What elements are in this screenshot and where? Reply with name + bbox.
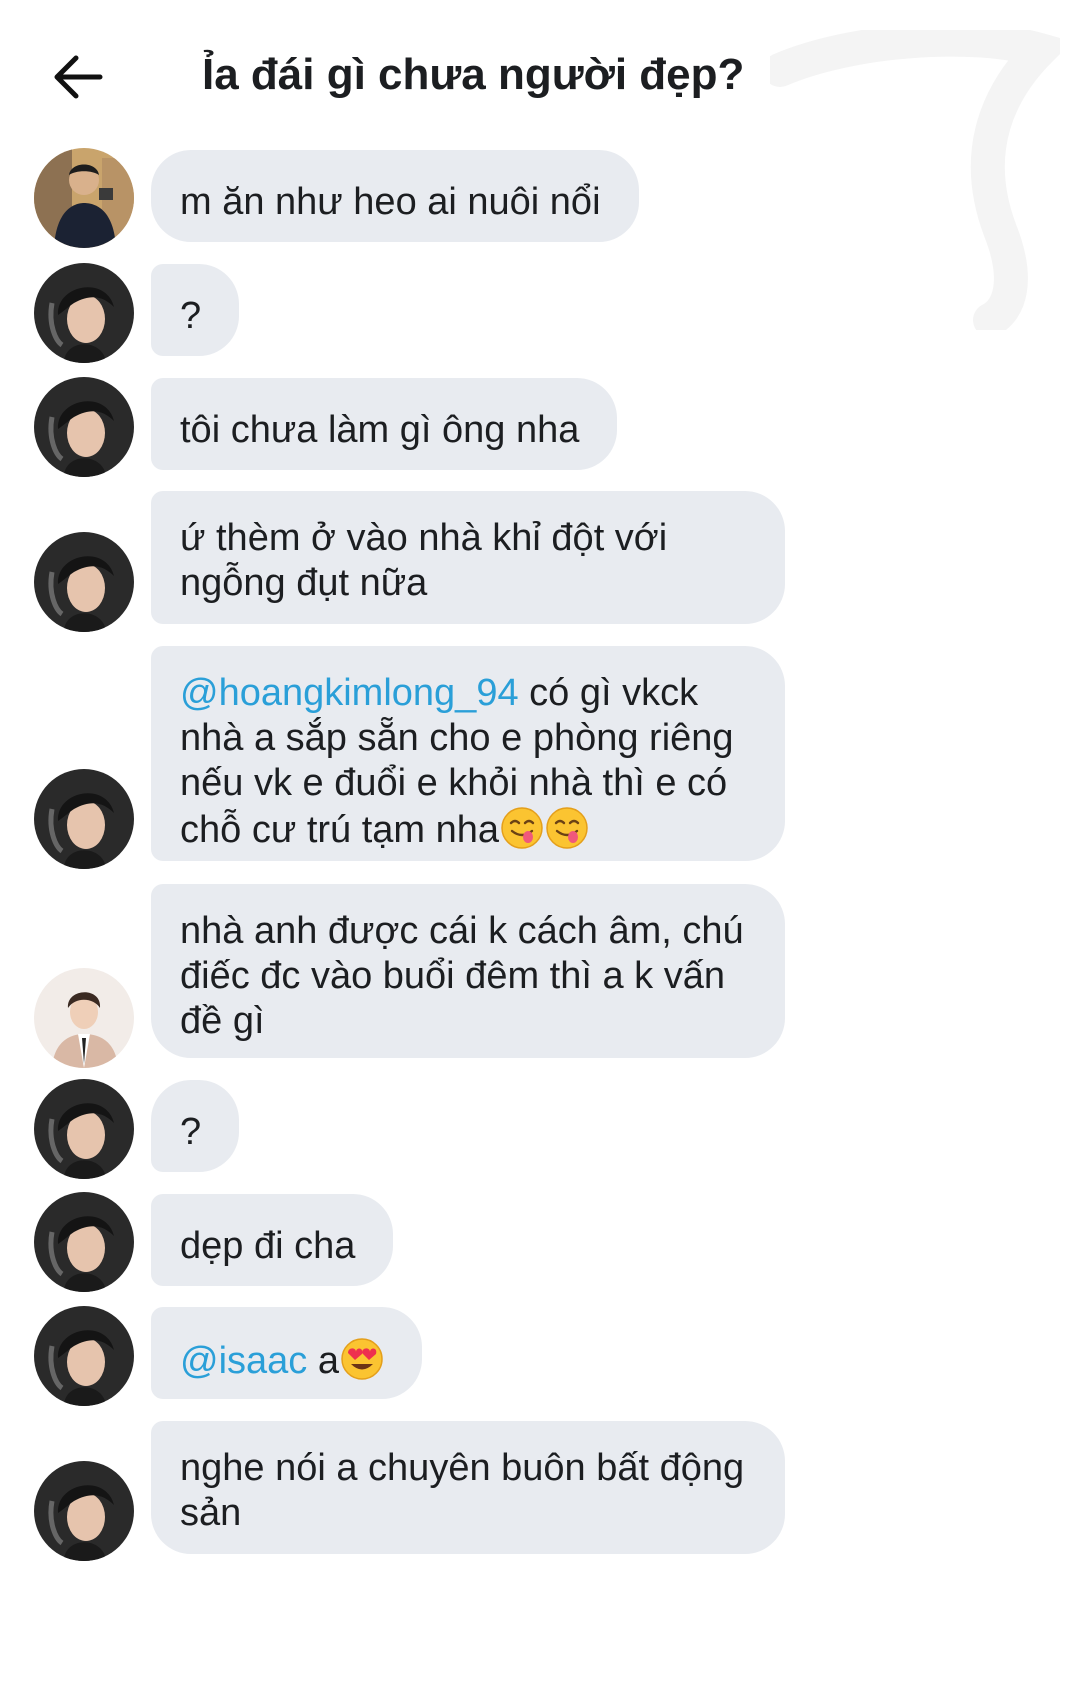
message-text: ? bbox=[180, 1111, 202, 1153]
page-title: Ỉa đái gì chưa người đẹp? bbox=[202, 50, 745, 99]
avatar-user-2[interactable] bbox=[34, 532, 134, 632]
heart-eyes-emoji bbox=[341, 1338, 383, 1380]
avatar-user-2[interactable] bbox=[34, 263, 134, 363]
avatar-user-1[interactable] bbox=[34, 148, 134, 248]
message-bubble[interactable]: nhà anh được cái k cách âm, chú điếc đc … bbox=[151, 884, 785, 1058]
avatar-user-2[interactable] bbox=[34, 1079, 134, 1179]
mention-link[interactable]: @hoangkimlong_94 bbox=[180, 672, 519, 714]
message-bubble[interactable]: ? bbox=[151, 264, 240, 356]
message-bubble[interactable]: ? bbox=[151, 1080, 240, 1172]
avatar-user-2[interactable] bbox=[34, 1306, 134, 1406]
message-bubble[interactable]: dẹp đi cha bbox=[151, 1194, 394, 1286]
message-text: nghe nói a chuyên buôn bất động sản bbox=[180, 1447, 745, 1534]
message-text: nhà anh được cái k cách âm, chú điếc đc … bbox=[180, 910, 744, 1042]
arrow-left-icon[interactable] bbox=[50, 52, 106, 102]
avatar-user-2[interactable] bbox=[34, 1461, 134, 1561]
avatar-user-2[interactable] bbox=[34, 769, 134, 869]
message-bubble[interactable]: m ăn như heo ai nuôi nổi bbox=[151, 150, 639, 242]
message-bubble[interactable]: nghe nói a chuyên buôn bất động sản bbox=[151, 1421, 785, 1554]
avatar-user-3[interactable] bbox=[34, 968, 134, 1068]
message-bubble[interactable]: tôi chưa làm gì ông nha bbox=[151, 378, 618, 470]
conversation-header: Ỉa đái gì chưa người đẹp? bbox=[0, 0, 1080, 150]
message-text: dẹp đi cha bbox=[180, 1225, 356, 1267]
message-bubble[interactable]: @hoangkimlong_94 có gì vkck nhà a sắp sẵ… bbox=[151, 646, 785, 861]
message-text: ? bbox=[180, 295, 202, 337]
mention-link[interactable]: @isaac bbox=[180, 1340, 307, 1382]
avatar-user-2[interactable] bbox=[34, 377, 134, 477]
message-text: a bbox=[307, 1340, 339, 1382]
message-text: m ăn như heo ai nuôi nổi bbox=[180, 181, 601, 223]
message-text: tôi chưa làm gì ông nha bbox=[180, 409, 580, 451]
savoring-face-emoji bbox=[546, 807, 588, 849]
savoring-face-emoji bbox=[501, 807, 543, 849]
avatar-user-2[interactable] bbox=[34, 1192, 134, 1292]
message-bubble[interactable]: @isaac a bbox=[151, 1307, 422, 1399]
message-text: ứ thèm ở vào nhà khỉ đột với ngỗng đụt n… bbox=[180, 517, 668, 604]
message-bubble[interactable]: ứ thèm ở vào nhà khỉ đột với ngỗng đụt n… bbox=[151, 491, 785, 624]
